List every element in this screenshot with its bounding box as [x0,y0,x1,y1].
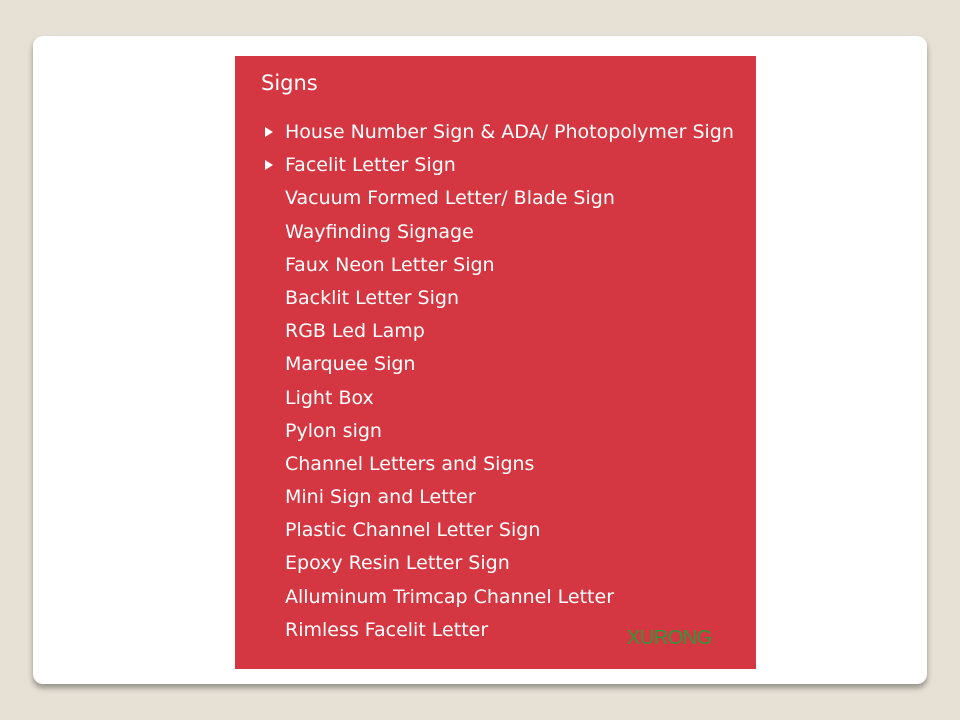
brand-watermark: XURONG [627,627,712,649]
menu-item[interactable]: Backlit Letter Sign [235,282,756,315]
menu-item-link[interactable]: Marquee Sign [285,348,745,381]
menu-item[interactable]: Marquee Sign [235,348,756,381]
menu-item[interactable]: Vacuum Formed Letter/ Blade Sign [235,182,756,215]
menu-item-link[interactable]: RGB Led Lamp [285,315,745,348]
expand-arrow-icon[interactable] [265,127,273,137]
menu-item[interactable]: Pylon sign [235,415,756,448]
menu-item[interactable]: RGB Led Lamp [235,315,756,348]
menu-item[interactable]: Mini Sign and Letter [235,481,756,514]
menu-item-link[interactable]: Channel Letters and Signs [285,448,745,481]
menu-item[interactable]: Epoxy Resin Letter Sign [235,547,756,580]
menu-item[interactable]: Light Box [235,382,756,415]
menu-item-link[interactable]: Pylon sign [285,415,745,448]
menu-item-link[interactable]: Vacuum Formed Letter/ Blade Sign [285,182,745,215]
menu-item-link[interactable]: Alluminum Trimcap Channel Letter [285,581,745,614]
menu-item-link[interactable]: Plastic Channel Letter Sign [285,514,745,547]
category-menu-panel: Signs House Number Sign & ADA/ Photopoly… [235,56,756,669]
menu-item[interactable]: Facelit Letter Sign [235,149,756,182]
menu-item-link[interactable]: Backlit Letter Sign [285,282,745,315]
category-menu-list: House Number Sign & ADA/ Photopolymer Si… [235,116,756,647]
menu-item[interactable]: Alluminum Trimcap Channel Letter [235,581,756,614]
menu-item-link[interactable]: Mini Sign and Letter [285,481,745,514]
menu-item-link[interactable]: Wayfinding Signage [285,216,745,249]
menu-item-link[interactable]: Faux Neon Letter Sign [285,249,745,282]
menu-title: Signs [261,71,318,95]
menu-item-link[interactable]: Facelit Letter Sign [285,149,745,182]
menu-item[interactable]: House Number Sign & ADA/ Photopolymer Si… [235,116,756,149]
menu-item[interactable]: Plastic Channel Letter Sign [235,514,756,547]
menu-item-link[interactable]: Epoxy Resin Letter Sign [285,547,745,580]
menu-item-link[interactable]: House Number Sign & ADA/ Photopolymer Si… [285,116,745,149]
menu-item-link[interactable]: Light Box [285,382,745,415]
menu-item[interactable]: Wayfinding Signage [235,216,756,249]
menu-item[interactable]: Channel Letters and Signs [235,448,756,481]
expand-arrow-icon[interactable] [265,160,273,171]
menu-item[interactable]: Faux Neon Letter Sign [235,249,756,282]
